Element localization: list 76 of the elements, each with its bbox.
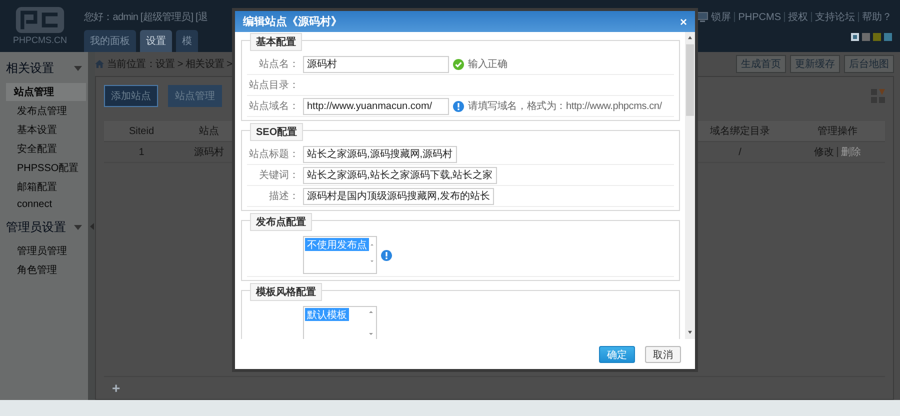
- nav-tab[interactable]: 设置: [140, 30, 172, 52]
- section-legend: 基本配置: [250, 33, 302, 51]
- list-box[interactable]: 默认模板: [303, 306, 377, 339]
- check-icon: [453, 58, 464, 70]
- input-field[interactable]: 站长之家源码,源码搜藏网,源码村: [303, 146, 457, 162]
- column-header: 域名绑定目录: [709, 124, 771, 138]
- list-scroll-arrows-icon: [367, 308, 375, 338]
- sidebar-item[interactable]: PHPSSO配置: [6, 159, 86, 177]
- caret-icon: [74, 225, 82, 230]
- column-header: 管理操作: [816, 125, 858, 138]
- sidebar-item[interactable]: 邮箱配置: [6, 178, 86, 196]
- nav-tab[interactable]: 我的面板: [84, 30, 136, 52]
- action-button[interactable]: 添加站点: [104, 85, 158, 107]
- dialog-button[interactable]: 取消: [645, 346, 681, 362]
- home-icon: [95, 60, 104, 68]
- field-label: 站点名：: [258, 58, 299, 71]
- dialog-title: 编辑站点《源码村》: [243, 14, 342, 29]
- sidebar-heading[interactable]: 管理员设置: [6, 219, 66, 236]
- header-link[interactable]: PHPCMS: [738, 12, 781, 22]
- table-cell-text: 1: [138, 146, 146, 158]
- section-legend: 发布点配置: [250, 213, 312, 231]
- sidebar-item[interactable]: 管理员管理: [6, 242, 86, 260]
- row-action-link[interactable]: 修改: [814, 145, 834, 159]
- input-field[interactable]: http://www.yuanmacun.com/: [303, 98, 449, 114]
- column-header: Siteid: [128, 126, 155, 136]
- toolbar-button[interactable]: 生成首页: [736, 55, 786, 73]
- hint-text: 请填写域名，格式为：http://www.phpcms.cn/: [468, 100, 662, 113]
- theme-swatch[interactable]: [862, 33, 870, 41]
- sidebar-item[interactable]: 安全配置: [6, 140, 86, 158]
- table-cell-text: /: [738, 146, 742, 158]
- caret-icon: [74, 66, 82, 71]
- dialog-button[interactable]: 确定: [599, 346, 635, 362]
- header-link[interactable]: 授权: [788, 10, 808, 24]
- logo-icon: [15, 6, 65, 34]
- field-label: 站点目录：: [248, 78, 299, 92]
- greeting-text: 您好：admin [超级管理员] [退: [84, 10, 208, 24]
- header-link[interactable]: 支持论坛: [815, 10, 855, 24]
- theme-swatch[interactable]: [851, 33, 859, 41]
- scrollbar[interactable]: [685, 32, 695, 339]
- sidebar-item[interactable]: 发布点管理: [6, 102, 86, 120]
- field-label: 站点域名：: [248, 100, 299, 113]
- action-button[interactable]: 站点管理: [168, 85, 222, 107]
- section-legend: SEO配置: [250, 123, 304, 141]
- section-legend: 模板风格配置: [250, 283, 322, 301]
- input-field[interactable]: 站长之家源码,站长之家源码下载,站长之家: [303, 166, 497, 184]
- add-symbol[interactable]: +: [112, 380, 120, 396]
- monitor-icon: [697, 12, 708, 22]
- collapse-arrow-icon[interactable]: [90, 222, 94, 230]
- grid-icon[interactable]: [871, 89, 885, 103]
- column-header: 站点: [198, 124, 220, 138]
- close-button[interactable]: ×: [680, 14, 687, 28]
- info-icon: [381, 250, 392, 260]
- header-link[interactable]: 帮助？: [862, 10, 892, 24]
- hint-text: 输入正确: [468, 58, 508, 71]
- theme-swatch[interactable]: [873, 33, 881, 41]
- input-field[interactable]: 源码村是国内顶级源码搜藏网,发布的站长: [303, 188, 494, 204]
- toolbar-button[interactable]: 后台地图: [844, 55, 894, 73]
- nav-tab[interactable]: 模: [176, 30, 198, 52]
- sidebar-item[interactable]: 角色管理: [6, 261, 86, 279]
- field-label: 描述：: [268, 190, 299, 203]
- theme-swatch[interactable]: [884, 33, 892, 41]
- list-option[interactable]: 不使用发布点: [305, 238, 369, 251]
- field-label: 关键词：: [258, 168, 299, 182]
- field-label: 站点标题：: [248, 148, 299, 161]
- sidebar-item[interactable]: 站点管理: [6, 83, 86, 101]
- input-field[interactable]: 源码村: [303, 56, 449, 72]
- sidebar-item[interactable]: 基本设置: [6, 121, 86, 139]
- table-cell-text: 源码村: [193, 146, 225, 159]
- list-box[interactable]: 不使用发布点: [303, 236, 377, 274]
- toolbar-button[interactable]: 更新缓存: [790, 55, 840, 73]
- list-option[interactable]: 默认模板: [305, 308, 349, 321]
- sidebar-item[interactable]: connect: [6, 197, 86, 212]
- info-icon: [453, 100, 464, 112]
- sidebar-heading[interactable]: 相关设置: [6, 60, 54, 77]
- logo-text: PHPCMS.CN: [12, 35, 67, 45]
- header-link[interactable]: 锁屏: [711, 10, 732, 24]
